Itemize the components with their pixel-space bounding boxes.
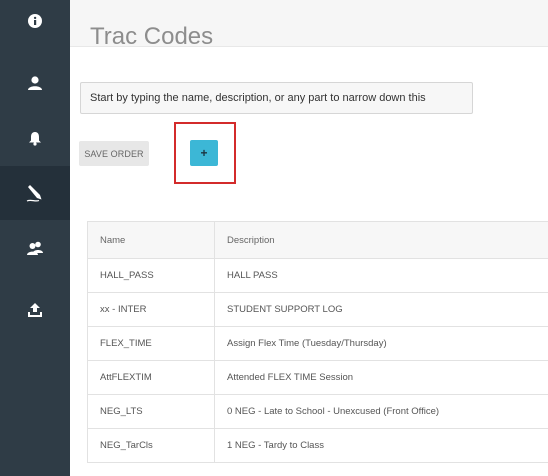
column-header-description[interactable]: Description — [214, 221, 548, 259]
main-content: Trac Codes Start by typing the name, des… — [70, 0, 548, 476]
user-icon — [28, 76, 42, 90]
table-row[interactable]: NEG_TarCls 1 NEG - Tardy to Class — [87, 428, 548, 463]
page-header: Trac Codes — [70, 0, 548, 50]
save-order-button[interactable]: SAVE ORDER — [79, 141, 149, 166]
sidebar-item-trac-codes[interactable] — [0, 166, 70, 220]
search-input[interactable]: Start by typing the name, description, o… — [80, 82, 473, 114]
sidebar-item-notifications[interactable] — [0, 111, 70, 165]
table-row[interactable]: xx - INTER STUDENT SUPPORT LOG — [87, 292, 548, 327]
table-header-row: Name Description — [87, 221, 548, 259]
table-row[interactable]: HALL_PASS HALL PASS — [87, 258, 548, 293]
trac-codes-table: Name Description HALL_PASS HALL PASS xx … — [87, 221, 548, 463]
cell-description: Assign Flex Time (Tuesday/Thursday) — [214, 326, 548, 361]
cell-description: HALL PASS — [214, 258, 548, 293]
cell-name: NEG_LTS — [87, 394, 215, 429]
cell-description: STUDENT SUPPORT LOG — [214, 292, 548, 327]
sidebar-item-user[interactable] — [0, 56, 70, 110]
sidebar-item-upload[interactable] — [0, 283, 70, 337]
users-icon — [26, 241, 43, 255]
add-button[interactable]: + — [190, 140, 218, 166]
table-row[interactable]: NEG_LTS 0 NEG - Late to School - Unexcus… — [87, 394, 548, 429]
table-row[interactable]: FLEX_TIME Assign Flex Time (Tuesday/Thur… — [87, 326, 548, 361]
cell-description: 0 NEG - Late to School - Unexcused (Fron… — [214, 394, 548, 429]
sidebar-item-users[interactable] — [0, 221, 70, 275]
page-title: Trac Codes — [90, 23, 214, 51]
cell-description: Attended FLEX TIME Session — [214, 360, 548, 395]
upload-icon — [28, 302, 42, 317]
cell-name: AttFLEXTIM — [87, 360, 215, 395]
cell-name: FLEX_TIME — [87, 326, 215, 361]
column-header-name[interactable]: Name — [87, 221, 215, 259]
cell-description: 1 NEG - Tardy to Class — [214, 428, 548, 463]
cell-name: HALL_PASS — [87, 258, 215, 293]
sidebar-nav — [0, 0, 70, 476]
sidebar-item-info[interactable] — [0, 0, 70, 48]
table-row[interactable]: AttFLEXTIM Attended FLEX TIME Session — [87, 360, 548, 395]
cell-name: NEG_TarCls — [87, 428, 215, 463]
pencil-icon — [26, 185, 42, 202]
bell-icon — [29, 131, 41, 146]
cell-name: xx - INTER — [87, 292, 215, 327]
info-icon — [28, 14, 42, 28]
